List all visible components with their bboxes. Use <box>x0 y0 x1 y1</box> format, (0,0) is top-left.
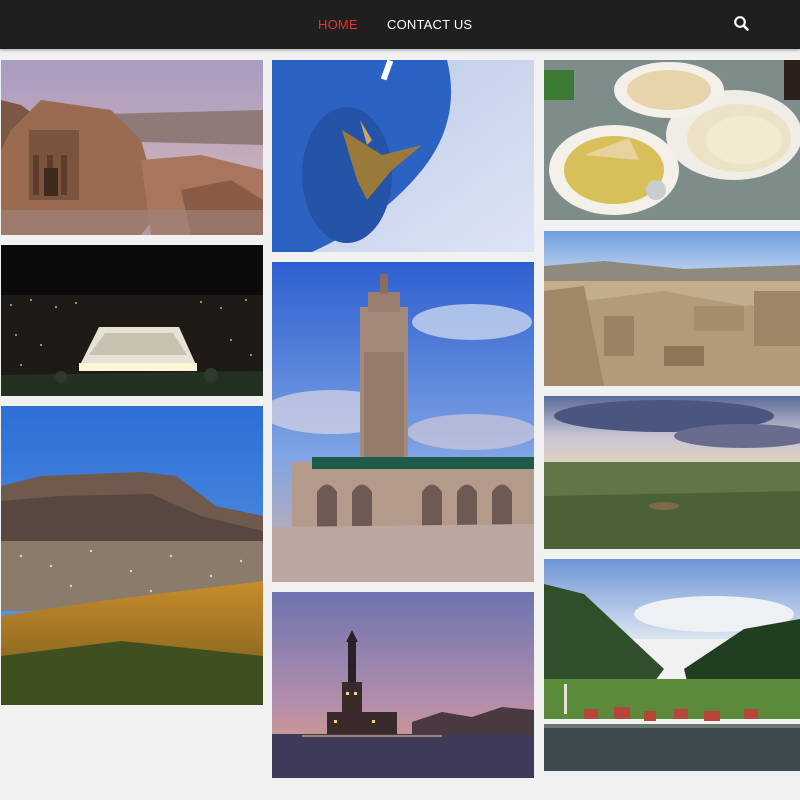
gallery-photo-petra-monastery[interactable] <box>1 60 263 235</box>
nav-contact-us-link[interactable]: CONTACT US <box>387 17 472 32</box>
gallery-photo-blue-wall-sculpture[interactable] <box>272 60 534 252</box>
gallery-photo-mountain-lake-village[interactable] <box>544 559 800 771</box>
gallery-photo-maiden-tower-sunset[interactable] <box>272 592 534 778</box>
gallery-photo-hassan-ii-mosque[interactable] <box>272 262 534 582</box>
nav-home-link[interactable]: HOME <box>318 17 358 32</box>
gallery-photo-table-mountain[interactable] <box>1 406 263 705</box>
gallery-photo-desert-ruins[interactable] <box>544 231 800 386</box>
search-icon[interactable] <box>733 15 751 33</box>
gallery-photo-food-plates[interactable] <box>544 60 800 220</box>
top-navbar: HOME CONTACT US <box>0 0 800 49</box>
gallery-photo-amphitheatre-at-night[interactable] <box>1 245 263 396</box>
gallery-photo-green-plain-sunset[interactable] <box>544 396 800 549</box>
